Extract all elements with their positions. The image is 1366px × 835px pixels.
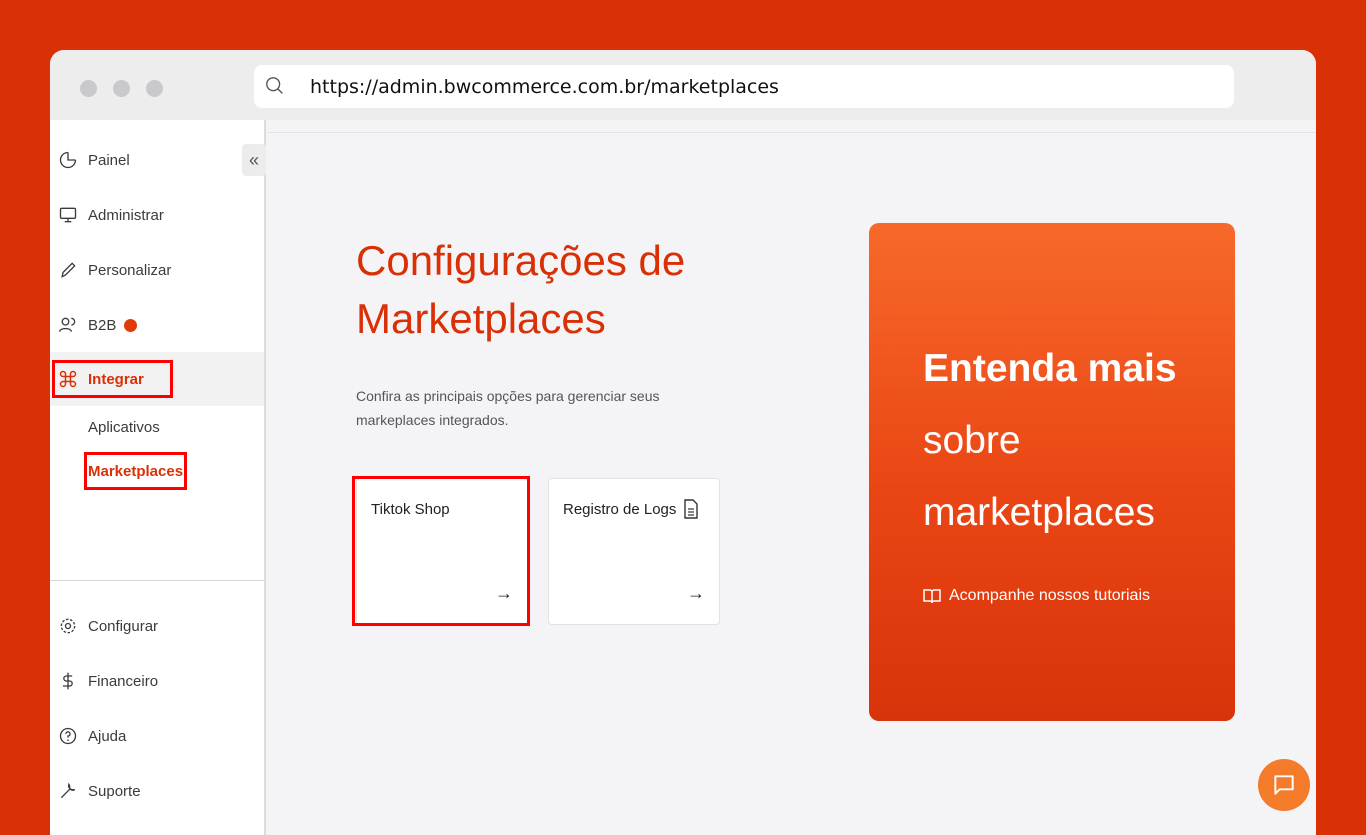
browser-window: https://admin.bwcommerce.com.br/marketpl… [50,50,1316,835]
arrow-right-icon: → [687,583,705,603]
window-minimize-dot[interactable] [113,80,130,97]
sidebar-item-ajuda[interactable]: Ajuda [50,716,264,756]
sidebar-item-suporte[interactable]: Suporte [50,771,264,811]
header-divider [268,132,1316,133]
sidebar-item-label: Administrar [88,206,164,224]
page-title: Configurações de Marketplaces [356,232,776,348]
promo-card: Entenda mais sobre marketplaces Acompanh… [869,223,1235,721]
sidebar-subitem-aplicativos[interactable]: Aplicativos [88,419,160,436]
address-bar[interactable]: https://admin.bwcommerce.com.br/marketpl… [254,65,1234,108]
promo-heading-line1: Entenda mais [923,347,1177,390]
new-badge-icon [124,318,137,332]
help-circle-icon [59,727,77,745]
page-title-line1: Configurações de [356,237,686,284]
sidebar-divider [50,580,264,581]
book-open-icon [923,589,941,604]
card-title: Registro de Logs [563,501,677,518]
monitor-icon [59,207,77,223]
sidebar-item-label: B2B [88,316,117,334]
users-icon [59,317,76,332]
sidebar-item-label: Painel [88,151,130,169]
browser-titlebar: https://admin.bwcommerce.com.br/marketpl… [50,50,1316,120]
promo-heading-line3: marketplaces [923,491,1155,534]
window-close-dot[interactable] [80,80,97,97]
page-title-line2: Marketplaces [356,295,606,342]
highlight-box [84,452,187,490]
chat-icon [1274,775,1294,795]
sidebar-item-painel[interactable]: Painel [50,140,264,180]
search-icon [266,77,283,94]
sidebar-item-label: Ajuda [88,727,127,745]
tutorials-link[interactable]: Acompanhe nossos tutoriais [923,587,1150,605]
sidebar-item-label: Financeiro [88,672,159,690]
promo-heading-line2: sobre [923,419,1021,462]
sidebar-item-b2b[interactable]: B2B [50,305,264,345]
highlight-box [52,360,173,398]
sidebar-item-label: Configurar [88,617,159,635]
pie-chart-icon [59,151,77,169]
page-description: Confira as principais opções para gerenc… [356,388,660,428]
wrench-icon [60,782,76,799]
highlight-box [352,476,530,626]
dollar-icon [63,672,73,690]
sidebar-item-administrar[interactable]: Administrar [50,195,264,235]
card-registro-de-logs[interactable]: Registro de Logs → [548,478,720,625]
sidebar-item-financeiro[interactable]: Financeiro [50,661,264,701]
tutorials-link-label: Acompanhe nossos tutoriais [949,587,1150,604]
sidebar-item-personalizar[interactable]: Personalizar [50,250,264,290]
pencil-icon [61,262,76,278]
sidebar-item-label: Personalizar [88,261,172,279]
document-icon [684,499,698,519]
gear-icon [60,618,76,634]
window-maximize-dot[interactable] [146,80,163,97]
address-url[interactable]: https://admin.bwcommerce.com.br/marketpl… [310,76,779,98]
sidebar-item-label: Suporte [88,782,141,800]
sidebar-item-configurar[interactable]: Configurar [50,606,264,646]
chat-button[interactable] [1258,759,1310,811]
sidebar: « Painel Administrar Personalizar B2B In… [50,120,266,835]
